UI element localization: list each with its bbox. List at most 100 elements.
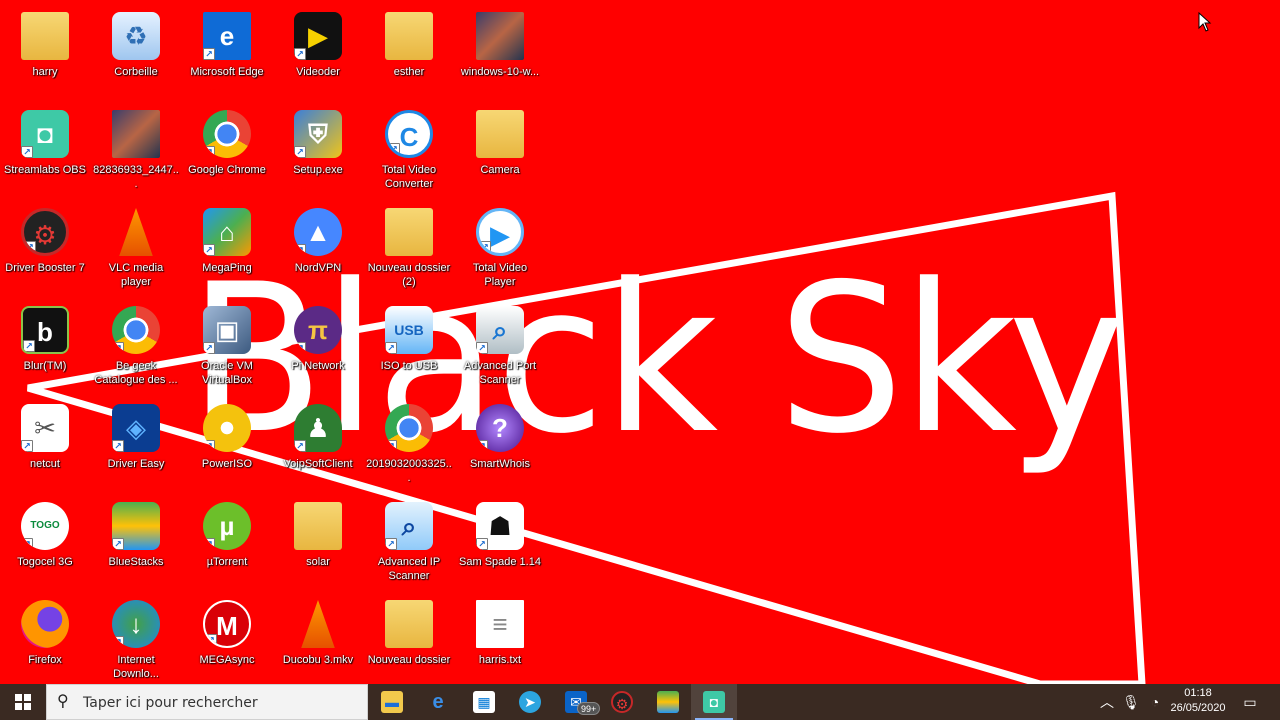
folder-icon — [294, 502, 342, 550]
desktop-icon-driver-booster[interactable]: ⚙ ↗ Driver Booster 7 — [0, 202, 90, 298]
streamlabs-icon: ◘ — [703, 691, 725, 713]
nordvpn-icon: ▲ ↗ — [294, 208, 342, 256]
folder-icon: ▬ — [381, 691, 403, 713]
microphone-icon: 🎙 — [1122, 694, 1140, 710]
desktop-icon-videoder[interactable]: ▶ ↗ Videoder — [273, 6, 363, 102]
desktop-icon-pi-network[interactable]: π ↗ Pi Network — [273, 300, 363, 396]
taskbar-file-explorer[interactable]: ▬ — [369, 684, 415, 720]
action-center-button[interactable]: ▭ — [1236, 684, 1264, 720]
desktop-icon-microsoft-edge[interactable]: e ↗ Microsoft Edge — [182, 6, 272, 102]
desktop-icon-2019032003325[interactable]: ↗ 2019032003325... — [364, 398, 454, 494]
store-icon: ▦ — [473, 691, 495, 713]
desktop-icon-poweriso[interactable]: ↗ PowerISO — [182, 398, 272, 494]
iso-to-usb-icon: USB ↗ — [385, 306, 433, 354]
setup-icon: ⛨ ↗ — [294, 110, 342, 158]
folder-icon — [385, 208, 433, 256]
desktop-icon-harry[interactable]: harry — [0, 6, 90, 102]
taskbar-mail[interactable]: ✉ 99+ — [553, 684, 601, 720]
taskbar-store[interactable]: ▦ — [461, 684, 507, 720]
vlc-icon — [301, 600, 335, 648]
taskbar-streamlabs[interactable]: ◘ — [691, 684, 737, 720]
folder-icon — [385, 600, 433, 648]
desktop-icon-nouveau-dossier-2[interactable]: Nouveau dossier (2) — [364, 202, 454, 298]
desktop-icon-corbeille[interactable]: ♻ Corbeille — [91, 6, 181, 102]
desktop-icon-esther[interactable]: esther — [364, 6, 454, 102]
image-file-icon — [112, 110, 160, 158]
desktop-icon-megaping[interactable]: ⌂ ↗ MegaPing — [182, 202, 272, 298]
chrome-icon: ↗ — [112, 306, 160, 354]
smartwhois-icon: ? ↗ — [476, 404, 524, 452]
poweriso-icon: ↗ — [203, 404, 251, 452]
megaping-icon: ⌂ ↗ — [203, 208, 251, 256]
desktop-icon-harris-txt[interactable]: ≡ harris.txt — [455, 594, 545, 690]
virtualbox-icon: ▣ ↗ — [203, 306, 251, 354]
netcut-icon: ✂ ↗ — [21, 404, 69, 452]
desktop-icon-idm[interactable]: ↓ ↗ Internet Downlo... — [91, 594, 181, 690]
bluestacks-icon — [657, 691, 679, 713]
total-video-player-icon: ▶ ↗ — [476, 208, 524, 256]
desktop-icon-advanced-ip-scanner[interactable]: ⌕ ↗ Advanced IP Scanner — [364, 496, 454, 592]
driver-booster-icon: ⚙ — [611, 691, 633, 713]
mouse-cursor-icon — [1198, 12, 1212, 32]
edge-icon: e ↗ — [203, 12, 251, 60]
desktop-icon-iso-to-usb[interactable]: USB ↗ ISO to USB — [364, 300, 454, 396]
desktop-icon-nouveau-dossier[interactable]: Nouveau dossier — [364, 594, 454, 690]
desktop-icon-megasync[interactable]: M ↗ MEGAsync — [182, 594, 272, 690]
desktop-icon-firefox[interactable]: Firefox — [0, 594, 90, 690]
taskbar-edge[interactable]: e — [415, 684, 461, 720]
desktop-icon-total-video-converter[interactable]: C ↗ Total Video Converter — [364, 104, 454, 200]
desktop-icon-utorrent[interactable]: µ ↗ µTorrent — [182, 496, 272, 592]
mail-unread-badge: 99+ — [577, 702, 601, 715]
desktop-icon-smartwhois[interactable]: ? ↗ SmartWhois — [455, 398, 545, 494]
desktop-icon-streamlabs-obs[interactable]: ◘ ↗ Streamlabs OBS — [0, 104, 90, 200]
togocel-icon: TOGO ↗ — [21, 502, 69, 550]
show-hidden-icons-button[interactable]: ︿ — [1096, 684, 1118, 720]
desktop-icon-blur[interactable]: b ↗ Blur(TM) — [0, 300, 90, 396]
desktop-icon-driver-easy[interactable]: ◈ ↗ Driver Easy — [91, 398, 181, 494]
desktop-icon-solar[interactable]: solar — [273, 496, 363, 592]
desktop-icon-virtualbox[interactable]: ▣ ↗ Oracle VM VirtualBox — [182, 300, 272, 396]
desktop-icon-camera[interactable]: Camera — [455, 104, 545, 200]
vlc-icon — [119, 208, 153, 256]
taskbar-driver-booster[interactable]: ⚙ — [599, 684, 645, 720]
desktop-icon-ducobu[interactable]: Ducobu 3.mkv — [273, 594, 363, 690]
taskbar-bluestacks[interactable] — [645, 684, 691, 720]
desktop-icon-netcut[interactable]: ✂ ↗ netcut — [0, 398, 90, 494]
desktop-icon-advanced-port-scanner[interactable]: ⌕ ↗ Advanced Port Scanner — [455, 300, 545, 396]
blur-icon: b ↗ — [21, 306, 69, 354]
folder-icon — [21, 12, 69, 60]
desktop-icon-voipsoftclient[interactable]: ♟ ↗ VoipSoftClient — [273, 398, 363, 494]
text-file-icon: ≡ — [476, 600, 524, 648]
streamlabs-icon: ◘ ↗ — [21, 110, 69, 158]
desktop-icon-google-chrome[interactable]: ↗ Google Chrome — [182, 104, 272, 200]
start-button[interactable] — [0, 684, 46, 720]
idm-icon: ↓ ↗ — [112, 600, 160, 648]
search-input[interactable]: ⚲ Taper ici pour rechercher — [46, 684, 368, 720]
taskbar-clock[interactable]: 01:18 26/05/2020 — [1162, 686, 1234, 718]
desktop-icon-sam-spade[interactable]: ☗ ↗ Sam Spade 1.14 — [455, 496, 545, 592]
microphone-indicator[interactable]: 🎙 — [1120, 684, 1142, 720]
desktop: harry ◘ ↗ Streamlabs OBS ⚙ ↗ Driver Booster … — [0, 0, 1280, 684]
desktop-icon-setup-exe[interactable]: ⛨ ↗ Setup.exe — [273, 104, 363, 200]
ip-scanner-icon: ⌕ ↗ — [385, 502, 433, 550]
desktop-icon-windows-10-wallpaper[interactable]: windows-10-w... — [455, 6, 545, 102]
utorrent-icon: µ ↗ — [203, 502, 251, 550]
desktop-icon-bluestacks[interactable]: ↗ BlueStacks — [91, 496, 181, 592]
search-placeholder: Taper ici pour rechercher — [83, 695, 258, 711]
desktop-icon-togocel[interactable]: TOGO ↗ Togocel 3G — [0, 496, 90, 592]
windows-logo-icon — [15, 694, 31, 710]
voip-icon: ♟ ↗ — [294, 404, 342, 452]
desktop-icon-be-geek[interactable]: ↗ Be geek Catalogue des ... — [91, 300, 181, 396]
total-video-converter-icon: C ↗ — [385, 110, 433, 158]
firefox-icon — [21, 600, 69, 648]
desktop-icon-image-82836933[interactable]: 82836933_2447... — [91, 104, 181, 200]
desktop-icon-total-video-player[interactable]: ▶ ↗ Total Video Player — [455, 202, 545, 298]
clock-time: 01:18 — [1184, 687, 1212, 699]
chevron-up-icon: ︿ — [1100, 694, 1114, 710]
sam-spade-icon: ☗ ↗ — [476, 502, 524, 550]
desktop-icon-vlc[interactable]: VLC media player — [91, 202, 181, 298]
taskbar-telegram[interactable]: ➤ — [507, 684, 553, 720]
chrome-icon: ↗ — [203, 110, 251, 158]
desktop-icon-nordvpn[interactable]: ▲ ↗ NordVPN — [273, 202, 363, 298]
search-icon: ⚲ — [57, 693, 69, 710]
